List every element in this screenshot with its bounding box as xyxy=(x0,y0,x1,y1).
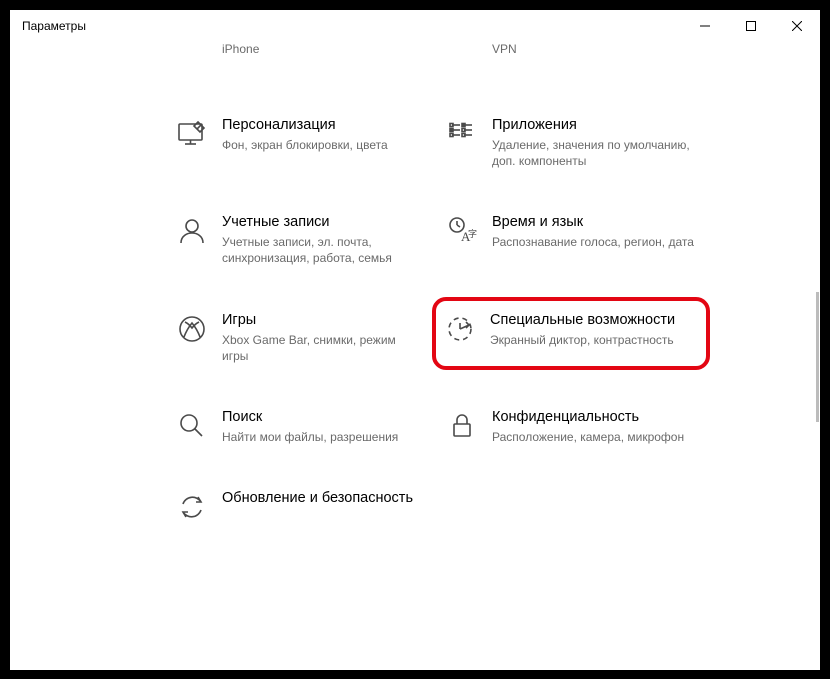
tile-desc: Найти мои файлы, разрешения xyxy=(222,429,424,445)
window-title: Параметры xyxy=(22,19,86,33)
tile-title: Обновление и безопасность xyxy=(222,489,424,507)
maximize-button[interactable] xyxy=(728,10,774,42)
tile-title: Учетные записи xyxy=(222,213,424,231)
privacy-icon xyxy=(446,410,478,442)
tile-title: Игры xyxy=(222,311,424,329)
tile-desc: Расположение, камера, микрофон xyxy=(492,429,694,445)
tile-desc: Экранный диктор, контрастность xyxy=(490,332,698,348)
tile-title: Конфиденциальность xyxy=(492,408,694,426)
apps-icon xyxy=(446,118,478,150)
minimize-button[interactable] xyxy=(682,10,728,42)
tile-desc: iPhone xyxy=(222,42,424,57)
content-area: iPhone VPN xyxy=(10,42,820,670)
network-icon xyxy=(446,42,478,72)
tile-network[interactable]: VPN xyxy=(440,42,700,78)
tile-update-security[interactable]: Обновление и безопасность xyxy=(170,483,430,529)
scrollbar-thumb[interactable] xyxy=(816,292,819,422)
tile-desc: Удаление, значения по умолчанию, доп. ко… xyxy=(492,137,694,169)
tile-personalization[interactable]: Персонализация Фон, экран блокировки, цв… xyxy=(170,110,430,176)
tile-accounts[interactable]: Учетные записи Учетные записи, эл. почта… xyxy=(170,207,430,273)
update-icon xyxy=(176,491,208,523)
phone-icon xyxy=(176,42,208,72)
time-language-icon: A 字 xyxy=(446,215,478,247)
settings-window: Параметры iPhone xyxy=(10,10,820,670)
tile-title: Поиск xyxy=(222,408,424,426)
personalization-icon xyxy=(176,118,208,150)
tile-grid: iPhone VPN xyxy=(170,42,700,530)
tile-desc: Учетные записи, эл. почта, синхронизация… xyxy=(222,234,424,266)
gaming-icon xyxy=(176,313,208,345)
tile-phone[interactable]: iPhone xyxy=(170,42,430,78)
ease-of-access-icon xyxy=(444,313,476,345)
tile-desc: Распознавание голоса, регион, дата xyxy=(492,234,694,250)
tile-desc: Фон, экран блокировки, цвета xyxy=(222,137,424,153)
tile-title: Время и язык xyxy=(492,213,694,231)
titlebar: Параметры xyxy=(10,10,820,42)
tile-privacy[interactable]: Конфиденциальность Расположение, камера,… xyxy=(440,402,700,451)
tile-title: Специальные возможности xyxy=(490,311,698,329)
tile-apps[interactable]: Приложения Удаление, значения по умолчан… xyxy=(440,110,700,176)
svg-text:字: 字 xyxy=(468,228,477,239)
tile-title: Персонализация xyxy=(222,116,424,134)
accounts-icon xyxy=(176,215,208,247)
tile-desc: Xbox Game Bar, снимки, режим игры xyxy=(222,332,424,364)
close-button[interactable] xyxy=(774,10,820,42)
tile-search[interactable]: Поиск Найти мои файлы, разрешения xyxy=(170,402,430,451)
minimize-icon xyxy=(700,21,710,31)
search-icon xyxy=(176,410,208,442)
tile-gaming[interactable]: Игры Xbox Game Bar, снимки, режим игры xyxy=(170,305,430,371)
tile-ease-of-access[interactable]: Специальные возможности Экранный диктор,… xyxy=(432,297,710,371)
tile-title: Приложения xyxy=(492,116,694,134)
tile-time-language[interactable]: A 字 Время и язык Распознавание голоса, р… xyxy=(440,207,700,273)
close-icon xyxy=(792,21,802,31)
tile-desc: VPN xyxy=(492,42,694,57)
maximize-icon xyxy=(746,21,756,31)
